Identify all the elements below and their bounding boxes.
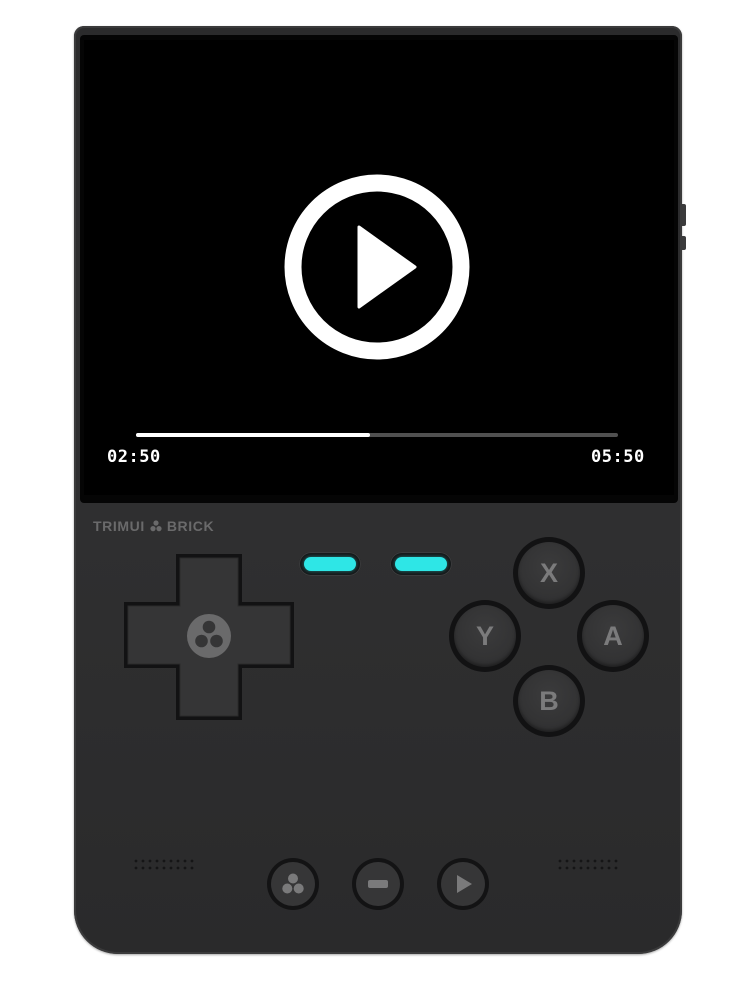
x-button[interactable]: X — [513, 537, 585, 609]
y-button-label: Y — [454, 605, 516, 667]
led-indicator-left — [299, 552, 361, 576]
dpad[interactable] — [124, 554, 294, 720]
side-button-lower[interactable] — [682, 236, 686, 250]
side-button-upper[interactable] — [682, 204, 686, 226]
led-indicator-right — [390, 552, 452, 576]
speaker-grille-right — [558, 859, 618, 870]
minus-icon — [368, 880, 388, 888]
brand-label: TRIMUI BRICK — [93, 518, 214, 534]
menu-button[interactable] — [267, 858, 319, 910]
start-button[interactable] — [437, 858, 489, 910]
b-button-label: B — [518, 670, 580, 732]
model-name: BRICK — [166, 518, 215, 534]
progress-bar-fill — [136, 433, 371, 437]
total-duration: 05:50 — [591, 447, 645, 467]
play-icon — [284, 174, 470, 360]
play-triangle-icon — [457, 875, 472, 893]
a-button[interactable]: A — [577, 600, 649, 672]
b-button[interactable]: B — [513, 665, 585, 737]
play-button[interactable] — [283, 173, 471, 361]
progress-bar[interactable] — [136, 433, 618, 437]
brand-name: TRIMUI — [93, 518, 145, 534]
y-button[interactable]: Y — [449, 600, 521, 672]
dpad-cross-icon — [124, 554, 294, 720]
trimui-logo-icon — [282, 873, 304, 894]
a-button-label: A — [582, 605, 644, 667]
x-button-label: X — [518, 542, 580, 604]
select-button[interactable] — [352, 858, 404, 910]
elapsed-time: 02:50 — [107, 447, 161, 467]
trimui-logo-icon — [150, 520, 162, 532]
speaker-grille-left — [134, 859, 194, 870]
